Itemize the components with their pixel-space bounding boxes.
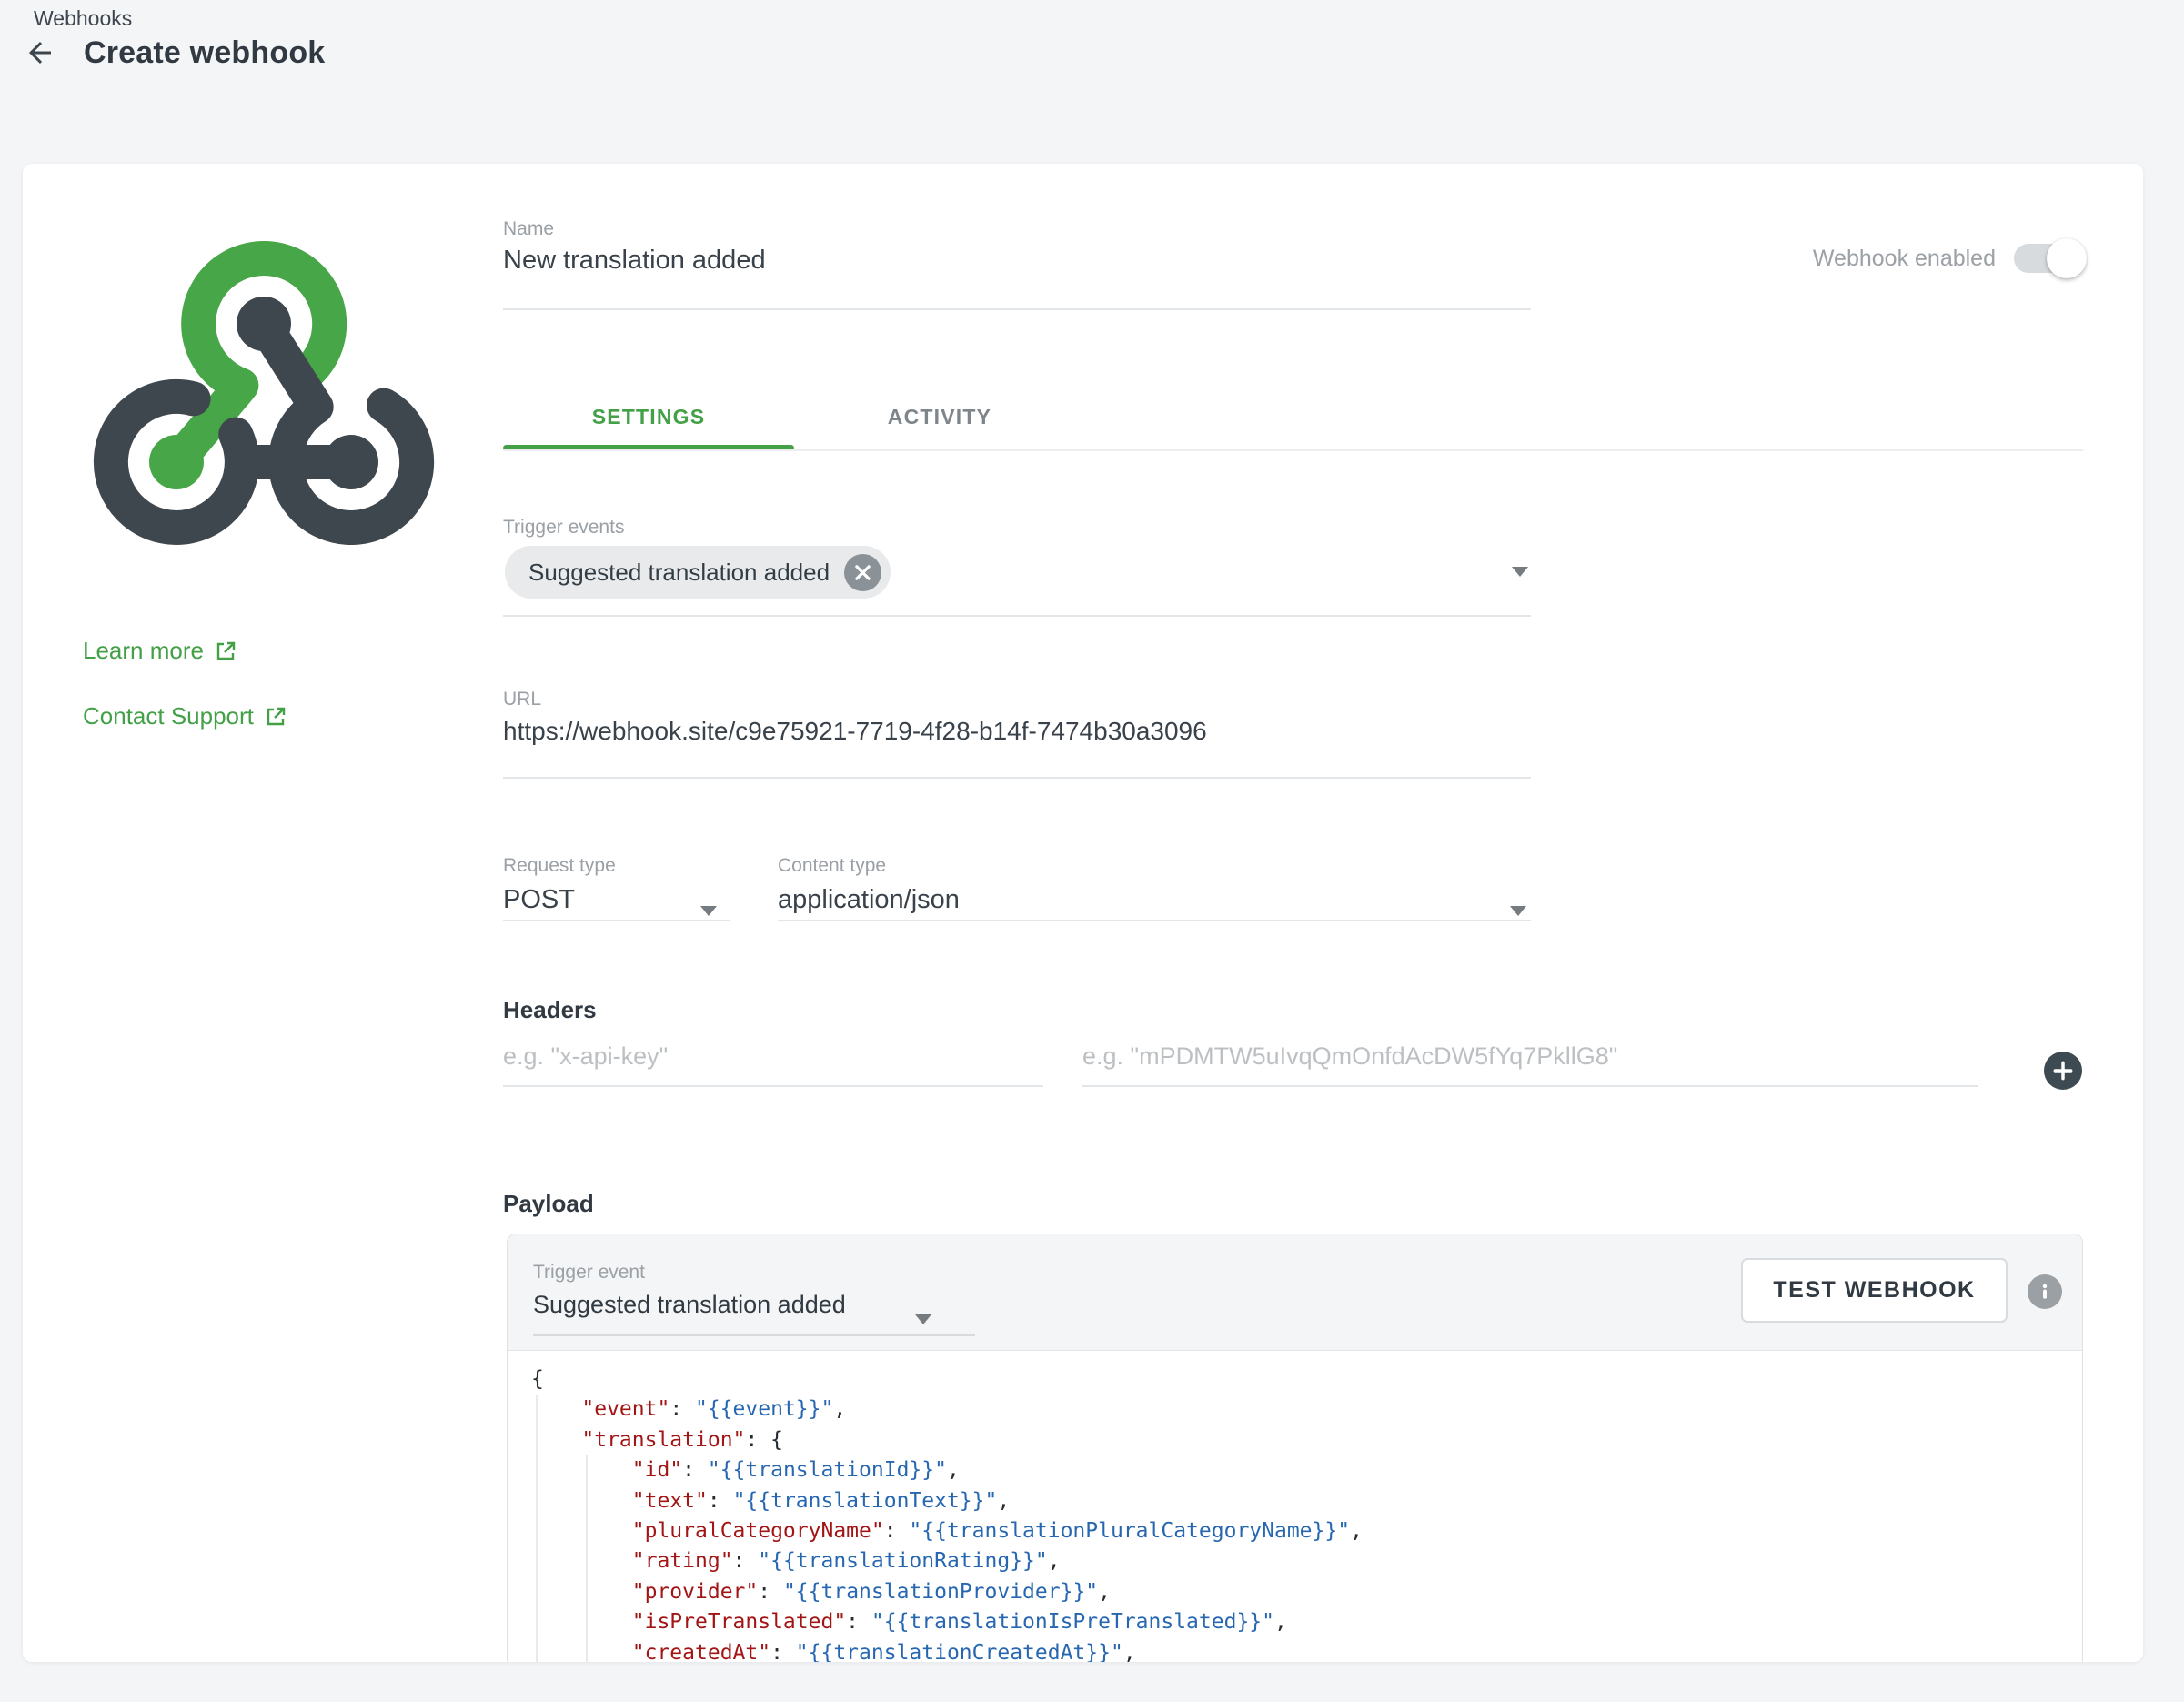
payload-trigger-event-label: Trigger event — [533, 1262, 645, 1284]
page-header: Create webhook — [22, 35, 325, 71]
breadcrumb[interactable]: Webhooks — [34, 6, 132, 31]
code-line: "pluralCategoryName": "{{translationPlur… — [531, 1516, 2082, 1546]
trigger-events-label: Trigger events — [503, 517, 624, 539]
webhook-enabled-label: Webhook enabled — [1813, 246, 1996, 272]
headers-title: Headers — [503, 996, 597, 1024]
payload-trigger-event-select[interactable]: Suggested translation added — [533, 1291, 846, 1319]
webhook-enabled-toggle[interactable] — [2014, 244, 2083, 273]
name-underline — [503, 308, 1531, 310]
code-line: "isPreTranslated": "{{translationIsPreTr… — [531, 1607, 2082, 1637]
learn-more-link[interactable]: Learn more — [83, 637, 237, 665]
url-underline — [503, 777, 1531, 779]
code-line: { — [531, 1365, 2082, 1395]
code-line: "text": "{{translationText}}", — [531, 1486, 2082, 1516]
indent-guide — [586, 1455, 588, 1662]
webhook-logo — [82, 229, 446, 557]
external-link-icon — [265, 706, 287, 728]
external-link-icon — [215, 640, 237, 662]
request-type-select[interactable]: POST — [503, 885, 575, 915]
test-webhook-button[interactable]: TEST WEBHOOK — [1741, 1258, 2008, 1323]
chip-remove-button[interactable] — [844, 554, 881, 591]
trigger-events-select[interactable]: Suggested translation added — [505, 546, 891, 599]
chip-label: Suggested translation added — [528, 559, 830, 587]
header-key-input[interactable] — [503, 1042, 1043, 1087]
payload-box: Trigger event Suggested translation adde… — [507, 1234, 2083, 1662]
header-value-input[interactable] — [1082, 1042, 1978, 1087]
page-title: Create webhook — [84, 35, 325, 71]
payload-trigger-event-caret[interactable] — [915, 1314, 931, 1324]
tabs-divider — [503, 449, 2083, 451]
code-line: "createdAt": "{{translationCreatedAt}}", — [531, 1638, 2082, 1662]
code-line: "rating": "{{translationRating}}", — [531, 1546, 2082, 1576]
code-line: "id": "{{translationId}}", — [531, 1455, 2082, 1485]
create-webhook-page: Webhooks Create webhook Learn more — [0, 0, 2184, 1702]
trigger-events-underline — [503, 615, 1531, 617]
indent-guide — [536, 1395, 538, 1662]
request-type-label: Request type — [503, 855, 616, 877]
payload-trigger-event-underline — [533, 1334, 975, 1336]
back-arrow-icon[interactable] — [22, 35, 58, 71]
add-header-button[interactable] — [2044, 1052, 2082, 1090]
payload-header: Trigger event Suggested translation adde… — [508, 1234, 2082, 1351]
create-webhook-card: Learn more Contact Support Name Webhook … — [23, 164, 2143, 1662]
info-glyph — [2035, 1282, 2055, 1302]
content-type-select[interactable]: application/json — [778, 885, 960, 915]
payload-title: Payload — [503, 1190, 594, 1218]
content-type-label: Content type — [778, 855, 886, 877]
tab-bar: SETTINGS ACTIVITY — [503, 393, 1085, 440]
name-label: Name — [503, 218, 554, 240]
info-icon[interactable] — [2028, 1274, 2062, 1309]
code-line: "event": "{{event}}", — [531, 1395, 2082, 1425]
toggle-knob — [2047, 238, 2087, 278]
contact-support-link[interactable]: Contact Support — [83, 702, 287, 730]
content-type-underline — [778, 920, 1531, 921]
contact-support-label: Contact Support — [83, 702, 254, 730]
name-input[interactable] — [503, 246, 1504, 276]
request-type-caret[interactable] — [700, 906, 717, 916]
request-type-underline — [503, 920, 730, 921]
webhook-enabled-row: Webhook enabled — [1813, 244, 2083, 273]
tab-activity[interactable]: ACTIVITY — [794, 393, 1085, 440]
code-line: "provider": "{{translationProvider}}", — [531, 1577, 2082, 1607]
trigger-events-dropdown-caret[interactable] — [1512, 567, 1528, 577]
close-icon — [854, 564, 871, 581]
content-type-caret[interactable] — [1510, 906, 1526, 916]
code-line: "translation": { — [531, 1425, 2082, 1455]
payload-code: {"event": "{{event}}","translation": {"i… — [531, 1365, 2082, 1662]
learn-more-label: Learn more — [83, 637, 204, 665]
tab-settings[interactable]: SETTINGS — [503, 393, 794, 440]
url-label: URL — [503, 689, 541, 710]
plus-icon — [2051, 1059, 2075, 1083]
trigger-event-chip[interactable]: Suggested translation added — [505, 546, 891, 599]
url-input[interactable] — [503, 717, 1531, 746]
payload-code-editor[interactable]: {"event": "{{event}}","translation": {"i… — [508, 1352, 2082, 1662]
